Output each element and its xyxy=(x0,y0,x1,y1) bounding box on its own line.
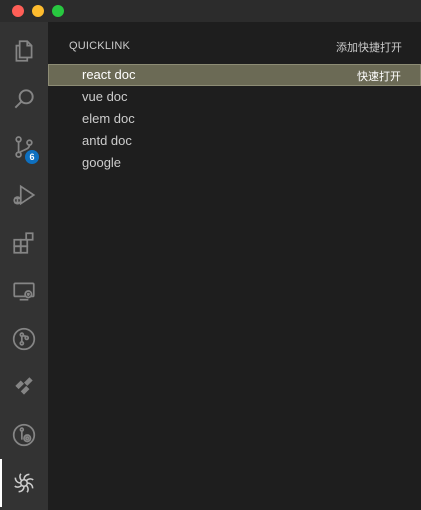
close-window-button[interactable] xyxy=(12,5,24,17)
list-item-label: vue doc xyxy=(82,89,128,104)
panel-title: QUICKLINK xyxy=(69,40,131,52)
activity-bar: 6 xyxy=(0,22,48,510)
list-item[interactable]: elem doc xyxy=(48,108,421,130)
list-item[interactable]: antd doc xyxy=(48,130,421,152)
quicklink-icon xyxy=(14,473,34,493)
activity-remote-explorer[interactable] xyxy=(0,267,48,315)
quick-open-button[interactable]: 快速打开 xyxy=(357,68,401,84)
activity-explorer[interactable] xyxy=(0,27,48,75)
app-window: 6 QUICKLINK 添加快捷打开 react doc 快速打开 vue do… xyxy=(0,0,421,510)
jira-icon xyxy=(15,377,33,395)
list-item-label: google xyxy=(82,155,122,170)
activity-extensions[interactable] xyxy=(0,219,48,267)
gitlens-icon xyxy=(12,423,36,447)
run-debug-icon xyxy=(13,184,36,206)
list-item-label: react doc xyxy=(82,67,136,82)
activity-source-control[interactable]: 6 xyxy=(0,123,48,171)
git-graph-icon xyxy=(12,327,36,351)
activity-jira[interactable] xyxy=(0,363,48,411)
remote-explorer-icon xyxy=(13,282,35,301)
activity-quicklink[interactable] xyxy=(0,459,48,507)
activity-search[interactable] xyxy=(0,75,48,123)
list-item-label: antd doc xyxy=(82,133,132,148)
extensions-icon xyxy=(13,232,34,254)
explorer-icon xyxy=(15,40,33,62)
activity-git-graph[interactable] xyxy=(0,315,48,363)
source-control-badge: 6 xyxy=(25,150,39,164)
list-item[interactable]: vue doc xyxy=(48,86,421,108)
title-bar xyxy=(0,0,421,22)
list-item[interactable]: google xyxy=(48,152,421,174)
list-item[interactable]: react doc 快速打开 xyxy=(48,64,421,86)
search-icon xyxy=(14,89,34,109)
quicklink-panel: QUICKLINK 添加快捷打开 react doc 快速打开 vue doc … xyxy=(48,22,421,510)
maximize-window-button[interactable] xyxy=(52,5,64,17)
activity-gitlens[interactable] xyxy=(0,411,48,459)
activity-run-debug[interactable] xyxy=(0,171,48,219)
minimize-window-button[interactable] xyxy=(32,5,44,17)
list-item-label: elem doc xyxy=(82,111,135,126)
panel-header: QUICKLINK 添加快捷打开 xyxy=(48,22,421,64)
add-quicklink-button[interactable]: 添加快捷打开 xyxy=(336,39,402,55)
quicklink-list: react doc 快速打开 vue doc elem doc antd doc… xyxy=(48,64,421,174)
